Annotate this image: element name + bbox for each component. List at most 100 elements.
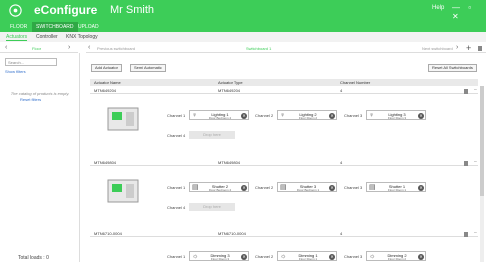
remove-load-icon[interactable]: ✕ (329, 113, 335, 119)
actuator-device-image (107, 179, 139, 203)
channel-label: Channel 3 (344, 113, 363, 118)
remove-load-icon[interactable]: ✕ (241, 185, 247, 191)
catalog-empty-text: The catalog of products is empty. (10, 91, 70, 96)
tab-knx-topology[interactable]: KNX Topology (66, 34, 98, 40)
collapse-icon[interactable]: – (474, 87, 477, 93)
nav-switchboard[interactable]: SWITCHBOARD (32, 22, 78, 32)
lightbulb-icon: ♀ (369, 112, 375, 119)
reset-filters-link[interactable]: Reset filters (20, 97, 41, 102)
remove-load-icon[interactable]: ✕ (329, 254, 335, 260)
shutter-icon: ▤ (369, 184, 376, 191)
window-buttons[interactable]: — ▫ ✕ (452, 3, 486, 21)
col-channel-number: Channel Number (340, 80, 371, 85)
load-card[interactable]: ▤ Shutter 3 Floor Bedroom 1 ✕ (277, 182, 337, 192)
remove-load-icon[interactable]: ✕ (418, 254, 424, 260)
load-card[interactable]: ♀ Lighting 2 Floor Room 2 ✕ (277, 110, 337, 120)
remove-load-icon[interactable]: ✕ (241, 113, 247, 119)
dimmer-icon: ☼ (280, 253, 287, 260)
actuator-type: MTN649804 (218, 160, 241, 165)
actuator-type: MTN6710-0004 (218, 231, 246, 236)
load-card[interactable]: ☼ Dimming 2 Floor Room 2 ✕ (366, 251, 426, 261)
tab-controller[interactable]: Controller (36, 34, 58, 40)
channel-label: Channel 4 (167, 205, 186, 210)
remove-load-icon[interactable]: ✕ (329, 185, 335, 191)
remove-load-icon[interactable]: ✕ (418, 113, 424, 119)
delete-actuator-icon[interactable] (464, 89, 468, 94)
scrollbar[interactable] (480, 86, 484, 262)
channel-label: Channel 2 (255, 254, 274, 259)
actuator-device-image (107, 107, 139, 131)
load-card[interactable]: ☼ Dimming 1 Floor Room 1 ✕ (277, 251, 337, 261)
switchboard-next-icon[interactable]: › (456, 44, 458, 51)
reset-all-switchboards-button[interactable]: Reset All Switchboards (428, 64, 477, 72)
collapse-icon[interactable]: – (474, 159, 477, 165)
delete-actuator-icon[interactable] (464, 232, 468, 237)
col-actuator-type: Actuator Type (218, 80, 243, 85)
title-bar: eConfigure Mr Smith Help — ▫ ✕ (0, 0, 486, 21)
channel-label: Channel 2 (255, 113, 274, 118)
floor-next-icon[interactable]: › (68, 44, 70, 51)
load-card[interactable]: ♀ Lighting 3 Floor Room 3 ✕ (366, 110, 426, 120)
total-loads: Total loads : 0 (18, 255, 49, 261)
delete-switchboard-icon[interactable] (478, 46, 482, 51)
actuator-table-header: Actuator Name Actuator Type Channel Numb… (90, 79, 478, 86)
floor-selector: ‹ Floor › (0, 43, 78, 53)
actuator-type: MTN649204 (218, 88, 241, 93)
load-card[interactable]: ♀ Lighting 1 Floor Bedroom 2 ✕ (189, 110, 249, 120)
search-input[interactable]: Search... (5, 58, 57, 66)
econfigure-logo-icon (9, 4, 22, 17)
dimmer-icon: ☼ (369, 253, 376, 260)
dimmer-icon: ☼ (192, 253, 199, 260)
previous-switchboard[interactable]: Previous switchboard (97, 46, 135, 51)
lightbulb-icon: ♀ (280, 112, 286, 119)
add-switchboard-icon[interactable]: + (466, 43, 471, 53)
actuator-name: MTN6710-0004 (94, 231, 122, 236)
drop-zone[interactable]: Drop here (189, 203, 235, 211)
nav-upload[interactable]: UPLOAD (74, 22, 103, 32)
channel-label: Channel 1 (167, 254, 186, 259)
shutter-icon: ▤ (280, 184, 287, 191)
show-filters-link[interactable]: Show filters (5, 69, 26, 74)
main-nav: FLOOR SWITCHBOARD UPLOAD (0, 20, 486, 32)
switchboard-prev-icon[interactable]: ‹ (88, 44, 90, 51)
channel-number: 4 (340, 160, 343, 165)
table-row[interactable]: MTN649804 MTN649804 4 (90, 159, 478, 166)
help-link[interactable]: Help (432, 5, 444, 11)
app-brand: eConfigure (34, 3, 98, 17)
actuator-name: MTN649804 (94, 160, 117, 165)
semi-automatic-button[interactable]: Semi Automatic (130, 64, 166, 72)
table-row[interactable]: MTN649204 MTN649204 4 (90, 87, 478, 94)
floor-label: Floor (32, 46, 42, 51)
remove-load-icon[interactable]: ✕ (241, 254, 247, 260)
floor-prev-icon[interactable]: ‹ (5, 44, 7, 51)
catalog-panel (0, 53, 80, 262)
channel-label: Channel 3 (344, 185, 363, 190)
delete-actuator-icon[interactable] (464, 161, 468, 166)
next-switchboard[interactable]: Next switchboard (422, 46, 453, 51)
drop-zone[interactable]: Drop here (189, 131, 235, 139)
sub-tabs: Actuators Controller KNX Topology (0, 32, 486, 42)
load-card[interactable]: ▤ Shutter 2 Floor Bedroom 2 ✕ (189, 182, 249, 192)
col-actuator-name: Actuator Name (94, 80, 121, 85)
collapse-icon[interactable]: – (474, 230, 477, 236)
switchboard-selector: ‹ Previous switchboard Switchboard 1 Nex… (86, 43, 486, 53)
load-card[interactable]: ☼ Dimming 3 Floor Room 3 ✕ (189, 251, 249, 261)
add-actuator-button[interactable]: Add Actuator (91, 64, 122, 72)
nav-floor[interactable]: FLOOR (6, 22, 31, 32)
current-switchboard: Switchboard 1 (246, 46, 272, 51)
table-row[interactable]: MTN6710-0004 MTN6710-0004 4 (90, 230, 478, 237)
remove-load-icon[interactable]: ✕ (418, 185, 424, 191)
channel-number: 4 (340, 88, 343, 93)
tab-actuators[interactable]: Actuators (6, 34, 28, 41)
channel-number: 4 (340, 231, 343, 236)
project-name: Mr Smith (110, 4, 154, 16)
scrollbar-thumb[interactable] (480, 86, 484, 196)
channel-label: Channel 1 (167, 113, 186, 118)
load-card[interactable]: ▤ Shutter 1 Floor Room 1 ✕ (366, 182, 426, 192)
shutter-icon: ▤ (192, 184, 199, 191)
channel-label: Channel 1 (167, 185, 186, 190)
channel-label: Channel 4 (167, 133, 186, 138)
channel-label: Channel 3 (344, 254, 363, 259)
channel-label: Channel 2 (255, 185, 274, 190)
actuator-name: MTN649204 (94, 88, 117, 93)
